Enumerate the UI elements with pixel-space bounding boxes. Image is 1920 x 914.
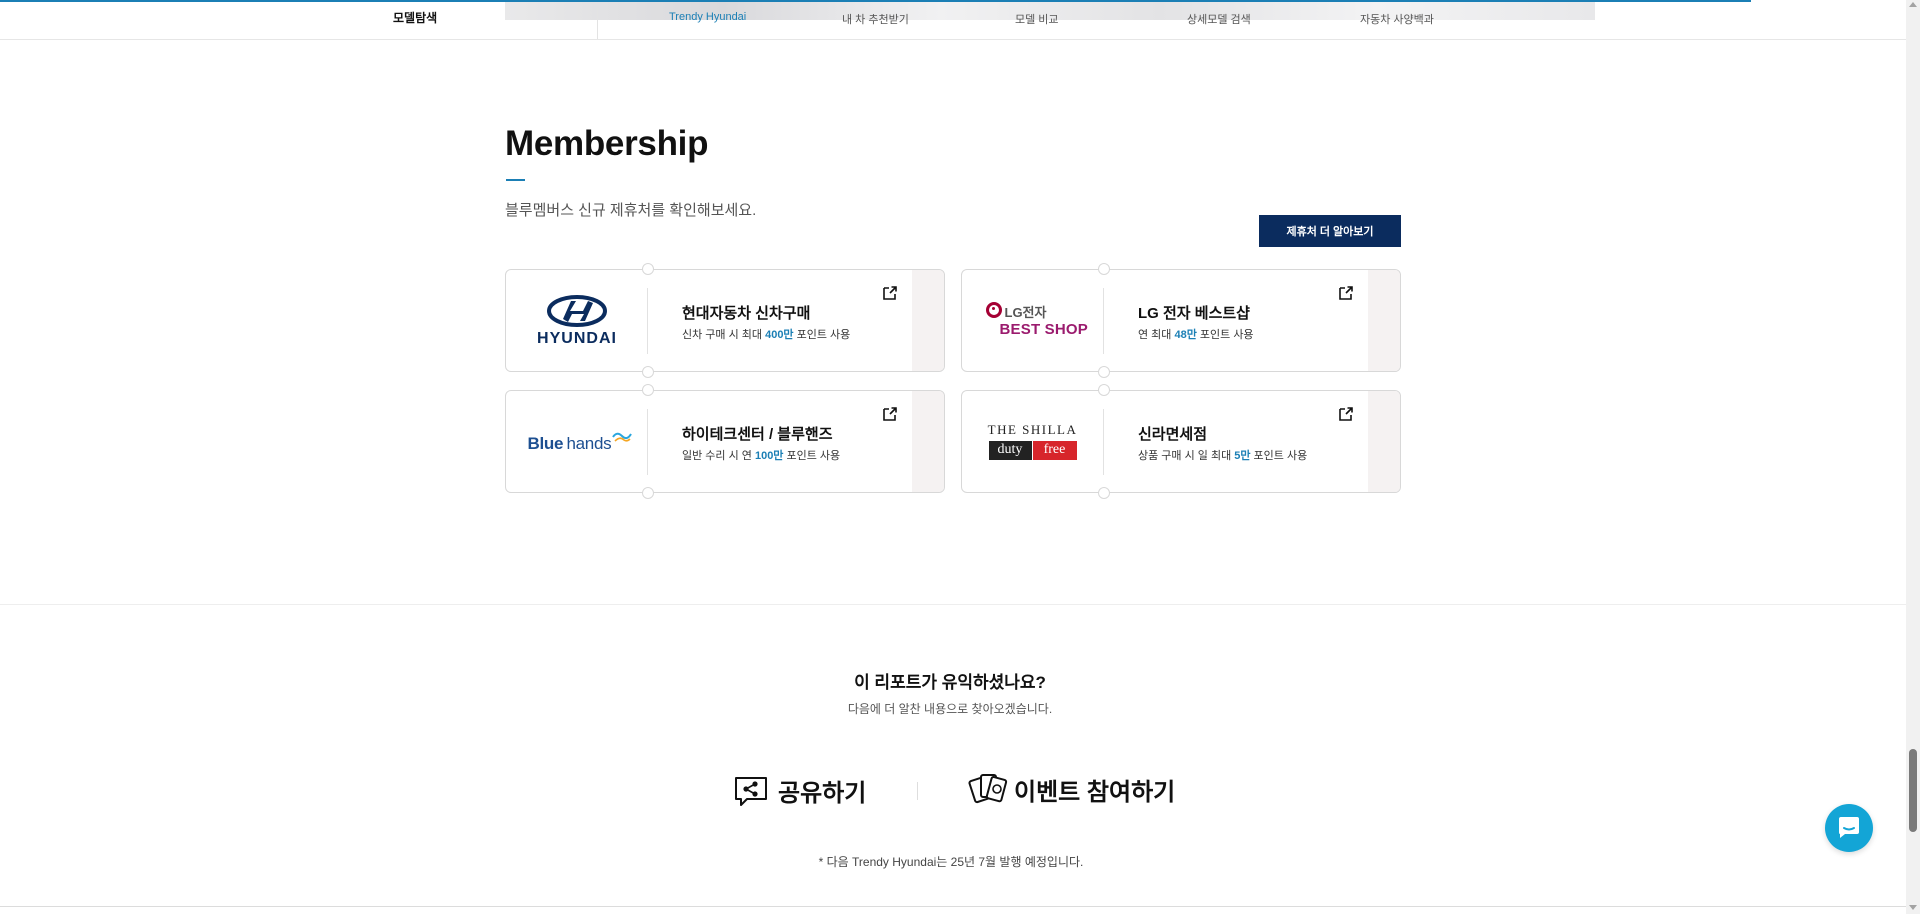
feedback-question: 이 리포트가 유익하셨나요? — [0, 668, 1906, 693]
desc-prefix: 연 최대 — [1138, 329, 1175, 341]
membership-title: Membership — [505, 124, 709, 163]
feedback-answer-text: 다음에 더 알찬 내용으로 찾아오겠습니다. — [847, 702, 1053, 716]
desc-prefix: 일반 수리 시 연 — [682, 450, 755, 462]
lg-bestshop-logo: LG전자 BEST SHOP — [962, 270, 1103, 371]
card-description: 연 최대 48만 포인트 사용 — [1138, 326, 1254, 342]
nav-item-trendy-hyundai[interactable]: Trendy Hyundai — [669, 11, 746, 23]
card-notch — [1098, 263, 1110, 275]
card-title: LG 전자 베스트샵 — [1138, 305, 1250, 322]
card-notch — [1098, 487, 1110, 499]
card-notch — [642, 384, 654, 396]
card-separator — [1103, 288, 1104, 354]
chat-icon — [1839, 817, 1859, 838]
desc-suffix: 포인트 사용 — [1250, 450, 1308, 462]
nav-item-compare[interactable]: 모델 비교 — [1015, 11, 1059, 27]
desc-highlight: 5만 — [1234, 450, 1251, 462]
card-notch — [642, 366, 654, 378]
nav-brand[interactable]: 모델탐색 — [393, 9, 437, 26]
title-accent-bar — [506, 179, 525, 181]
card-side-strip — [1368, 270, 1400, 371]
lg-logo-text: LG전자 — [1004, 304, 1047, 320]
card-side-strip — [912, 391, 944, 492]
share-label: 공유하기 — [778, 780, 867, 807]
card-title: 현대자동차 신차구매 — [682, 305, 811, 322]
card-notch — [642, 487, 654, 499]
next-issue-note-text: * 다음 Trendy Hyundai는 25년 7월 발행 예정입니다. — [818, 855, 1084, 869]
top-navigation: 모델탐색 Trendy Hyundai 내 차 추천받기 모델 비교 상세모델 … — [0, 0, 1906, 40]
desc-highlight: 48만 — [1174, 329, 1197, 341]
event-button[interactable]: 이벤트 참여하기 — [968, 770, 1175, 808]
bluehands-part1: Blue — [527, 433, 564, 453]
event-cards-icon — [968, 774, 1008, 804]
partner-card-shilla[interactable]: THE SHILLA duty free 신라면세점 상품 구매 시 일 최대 … — [961, 390, 1401, 493]
event-label: 이벤트 참여하기 — [1014, 778, 1176, 806]
desc-suffix: 포인트 사용 — [783, 450, 841, 462]
desc-suffix: 포인트 사용 — [1196, 329, 1254, 341]
next-issue-note: * 다음 Trendy Hyundai는 25년 7월 발행 예정입니다. — [0, 853, 1906, 870]
external-link-icon[interactable] — [882, 406, 898, 422]
bluehands-logo: Blue hands — [506, 391, 647, 492]
scroll-thumb[interactable] — [1909, 749, 1917, 832]
card-side-strip — [1368, 391, 1400, 492]
nav-item-detail-search[interactable]: 상세모델 검색 — [1187, 11, 1251, 27]
feedback-answer: 다음에 더 알찬 내용으로 찾아오겠습니다. — [0, 700, 1906, 717]
chat-button[interactable] — [1825, 804, 1873, 852]
external-link-icon[interactable] — [1338, 406, 1354, 422]
external-link-icon[interactable] — [1338, 285, 1354, 301]
desc-highlight: 100만 — [754, 450, 784, 462]
card-notch — [1098, 366, 1110, 378]
nav-item-spec-encyclopedia[interactable]: 자동차 사양백과 — [1360, 11, 1434, 27]
card-separator — [647, 409, 648, 475]
external-link-icon[interactable] — [882, 285, 898, 301]
action-separator — [917, 782, 918, 800]
bluehands-part2: hands — [566, 433, 612, 453]
desc-prefix: 상품 구매 시 일 최대 — [1138, 450, 1235, 462]
membership-subtitle: 블루멤버스 신규 제휴처를 확인해보세요. — [505, 202, 757, 219]
hyundai-logo-text: HYUNDAI — [537, 330, 617, 347]
nav-item-recommend[interactable]: 내 차 추천받기 — [842, 11, 909, 27]
section-divider — [0, 604, 1906, 605]
page-scrollbar[interactable] — [1906, 0, 1920, 914]
bottom-rule — [0, 906, 1906, 907]
card-separator — [647, 288, 648, 354]
share-button[interactable]: 공유하기 — [733, 773, 866, 808]
desc-prefix: 신차 구매 시 최대 — [682, 329, 766, 341]
card-side-strip — [912, 270, 944, 371]
card-description: 상품 구매 시 일 최대 5만 포인트 사용 — [1138, 447, 1307, 463]
card-title: 하이테크센터 / 블루핸즈 — [682, 426, 833, 443]
card-description: 신차 구매 시 최대 400만 포인트 사용 — [682, 326, 850, 342]
desc-highlight: 400만 — [765, 329, 794, 341]
scroll-down-arrow[interactable] — [1909, 905, 1917, 910]
card-description: 일반 수리 시 연 100만 포인트 사용 — [682, 447, 840, 463]
nav-divider — [597, 8, 598, 39]
partner-card-bluehands[interactable]: Blue hands 하이테크센터 / 블루핸즈 일반 수리 시 연 100만 … — [505, 390, 945, 493]
dutyfree-left: duty — [988, 440, 1032, 460]
hyundai-logo: HYUNDAI — [506, 270, 647, 371]
shilla-dutyfree-logo: THE SHILLA duty free — [962, 391, 1103, 492]
partner-card-hyundai[interactable]: HYUNDAI 현대자동차 신차구매 신차 구매 시 최대 400만 포인트 사… — [505, 269, 945, 372]
card-title: 신라면세점 — [1138, 426, 1208, 443]
scroll-up-arrow[interactable] — [1909, 2, 1917, 7]
shilla-logo-text: THE SHILLA — [987, 421, 1078, 437]
card-separator — [1103, 409, 1104, 475]
card-notch — [642, 263, 654, 275]
desc-suffix: 포인트 사용 — [793, 329, 851, 341]
dutyfree-right: free — [1032, 440, 1077, 460]
bestshop-logo-text: BEST SHOP — [999, 320, 1088, 338]
feedback-question-text: 이 리포트가 유익하셨나요? — [854, 673, 1046, 692]
more-partners-button[interactable]: 제휴처 더 알아보기 — [1259, 215, 1401, 247]
partner-card-lg[interactable]: LG전자 BEST SHOP LG 전자 베스트샵 연 최대 48만 포인트 사… — [961, 269, 1401, 372]
card-notch — [1098, 384, 1110, 396]
share-icon — [735, 776, 767, 806]
